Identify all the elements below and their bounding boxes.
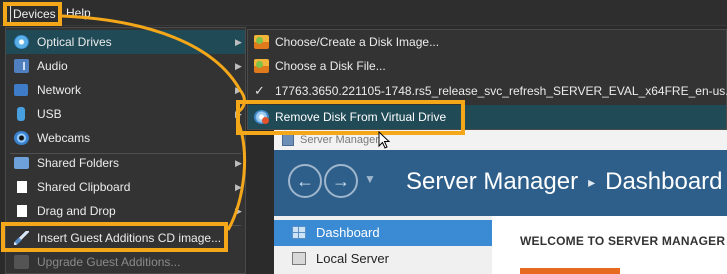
shared-folder-icon: [14, 157, 29, 169]
menu-item-webcams[interactable]: Webcams: [6, 126, 245, 150]
menu-item-label: Drag and Drop: [37, 204, 116, 218]
menu-item-label: 17763.3650.221105-1748.rs5_release_svc_r…: [275, 84, 727, 98]
breadcrumb-separator: ▸: [588, 174, 596, 191]
server-manager-header: ← → ▼ Server Manager ▸ Dashboard: [274, 150, 727, 216]
menu-item-drag-and-drop[interactable]: Drag and Drop ▶: [6, 199, 245, 223]
menu-item-label: Webcams: [37, 131, 91, 145]
menu-item-audio[interactable]: Audio ▶: [6, 54, 245, 78]
menu-item-label: Network: [37, 83, 82, 97]
server-icon: [292, 252, 306, 265]
menu-item-label: Audio: [37, 59, 68, 73]
guest-vm-window: Server Manager ← → ▼ Server Manager ▸ Dash…: [274, 130, 727, 274]
sidebar-item-dashboard[interactable]: Dashboard: [274, 220, 492, 246]
menu-item-label: Choose a Disk File...: [275, 59, 386, 73]
menu-item-label: Choose/Create a Disk Image...: [275, 35, 440, 49]
menu-item-label: Shared Folders: [37, 156, 120, 170]
guest-sidebar: Dashboard Local Server: [274, 216, 492, 274]
submenu-arrow-icon: ▶: [235, 206, 242, 216]
dashboard-icon: [292, 226, 306, 239]
welcome-heading: WELCOME TO SERVER MANAGER: [520, 234, 726, 248]
forward-arrow-icon[interactable]: →: [324, 164, 358, 198]
guest-page-title: Server Manager ▸ Dashboard: [406, 168, 723, 196]
clipboard-icon: [16, 180, 28, 194]
menu-item-label: USB: [37, 107, 62, 121]
sidebar-item-label: Dashboard: [316, 225, 380, 240]
help-menu-title[interactable]: Help: [64, 5, 93, 21]
menu-item-shared-clipboard[interactable]: Shared Clipboard ▶: [6, 175, 245, 199]
menu-item-network[interactable]: Network ▶: [6, 78, 245, 102]
menu-item-shared-folders[interactable]: Shared Folders ▶: [6, 151, 245, 175]
audio-icon: [14, 59, 29, 73]
disk-image-icon: [254, 59, 269, 73]
app-title: Server Manager: [406, 168, 579, 195]
mouse-cursor-icon: [378, 131, 390, 149]
sidebar-item-label: Local Server: [316, 251, 389, 266]
menu-item-usb[interactable]: USB ▶: [6, 102, 245, 126]
network-icon: [14, 84, 28, 96]
menu-item-label: Upgrade Guest Additions...: [37, 255, 181, 269]
devices-highlight-box: [3, 2, 62, 26]
optical-drive-icon: [14, 35, 29, 49]
submenu-arrow-icon: ▶: [235, 182, 242, 192]
host-menu-bar: Devices Help: [0, 0, 727, 26]
menu-item-upgrade-guest-additions: Upgrade Guest Additions...: [6, 250, 245, 274]
quick-start-tile[interactable]: [520, 268, 620, 274]
menu-item-label: Optical Drives: [37, 35, 112, 49]
checkmark-icon: ✓: [254, 83, 265, 98]
menu-item-label: Shared Clipboard: [37, 180, 131, 194]
menu-item-choose-create-disk-image[interactable]: Choose/Create a Disk Image...: [248, 30, 726, 54]
page-title: Dashboard: [605, 168, 723, 195]
submenu-arrow-icon: ▶: [235, 158, 242, 168]
menu-item-optical-drives[interactable]: Optical Drives ▶: [6, 30, 245, 54]
webcam-icon: [14, 131, 29, 145]
remove-disk-highlight-box: [236, 100, 465, 135]
guest-titlebar-text: Server Manager: [300, 134, 379, 146]
submenu-arrow-icon: ▶: [235, 61, 242, 71]
sidebar-item-local-server[interactable]: Local Server: [274, 246, 492, 272]
server-manager-icon: [282, 134, 294, 146]
usb-icon: [17, 107, 25, 121]
submenu-arrow-icon: ▶: [235, 85, 242, 95]
upgrade-icon: [14, 255, 29, 269]
back-arrow-icon[interactable]: ←: [288, 164, 322, 198]
drag-drop-icon: [16, 204, 28, 218]
disk-image-icon: [254, 35, 269, 49]
guest-additions-highlight-box: [1, 222, 228, 252]
nav-dropdown-icon[interactable]: ▼: [364, 172, 376, 186]
menu-item-choose-disk-file[interactable]: Choose a Disk File...: [248, 54, 726, 78]
submenu-arrow-icon: ▶: [235, 37, 242, 47]
guest-main-panel: WELCOME TO SERVER MANAGER: [492, 216, 727, 274]
